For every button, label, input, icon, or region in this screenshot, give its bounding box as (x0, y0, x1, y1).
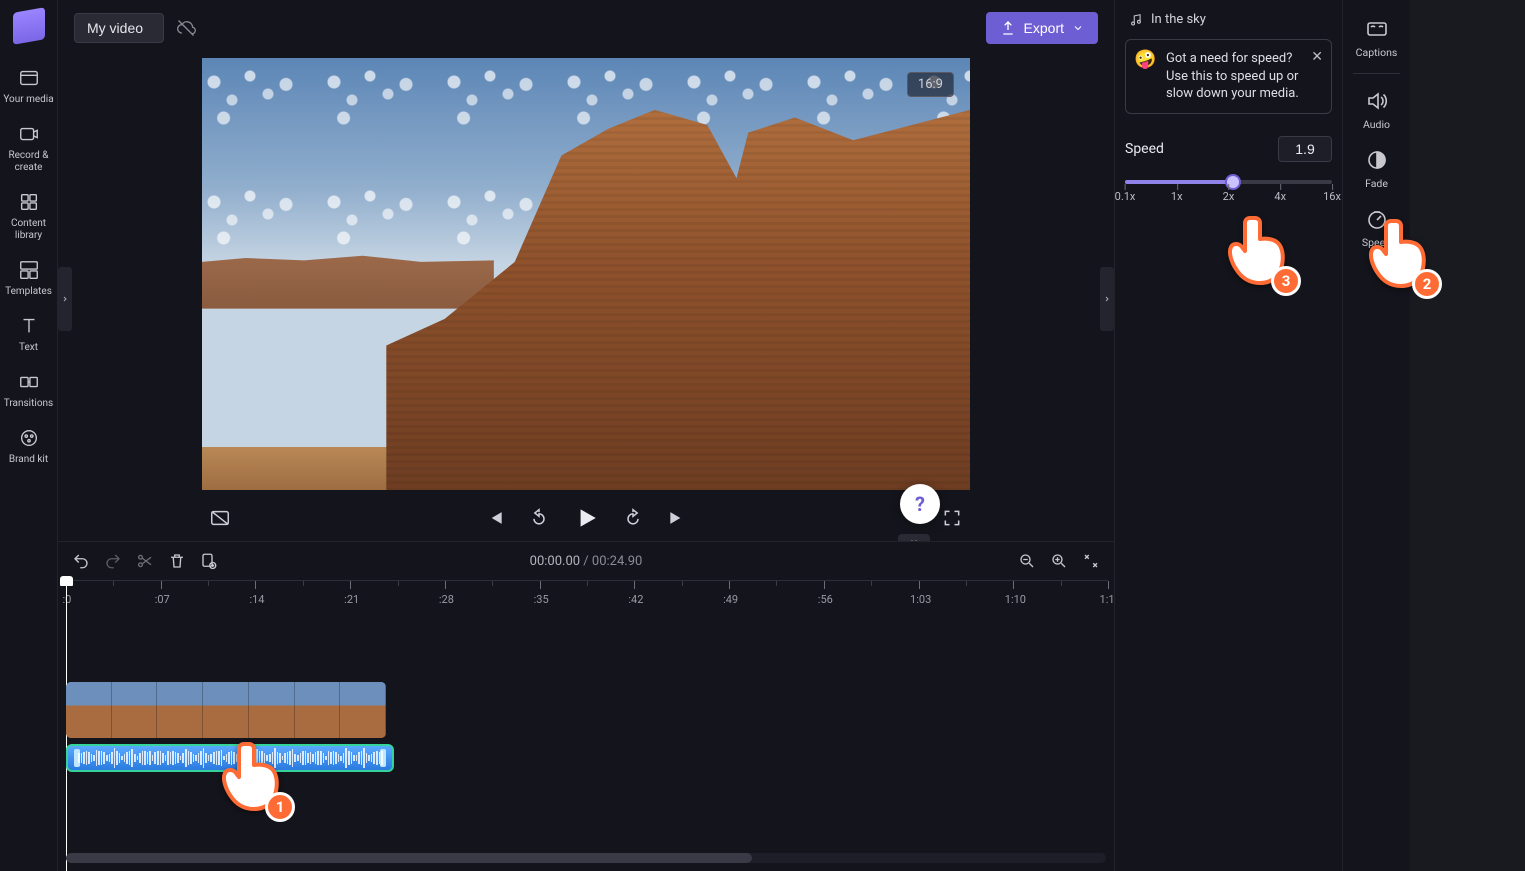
speed-slider-thumb[interactable] (1225, 174, 1241, 190)
timeline-scroll-track[interactable] (66, 853, 1106, 863)
export-label: Export (1024, 20, 1064, 36)
preview-canvas (202, 58, 970, 490)
nav-templates[interactable]: Templates (0, 252, 57, 308)
nav-label: Transitions (4, 398, 53, 410)
tip-text: Got a need for speed? Use this to speed … (1166, 51, 1299, 101)
upload-icon (1000, 20, 1016, 36)
prev-frame-button[interactable] (483, 506, 507, 530)
transitions-icon (17, 370, 41, 394)
help-button[interactable]: ? (900, 484, 940, 524)
help-label: ? (915, 492, 925, 516)
fit-timeline-button[interactable] (1082, 552, 1100, 570)
speed-value-input[interactable] (1278, 136, 1332, 162)
nav-label: Brand kit (9, 454, 48, 466)
audio-track-name: In the sky (1129, 12, 1332, 27)
rail-captions[interactable]: Captions (1343, 8, 1410, 67)
audio-icon (1364, 88, 1390, 114)
expand-left-handle[interactable] (58, 267, 72, 331)
chevron-down-icon (1072, 22, 1084, 34)
export-button[interactable]: Export (986, 12, 1098, 44)
time-current: 00:00.00 (530, 554, 580, 569)
nav-brand-kit[interactable]: Brand kit (0, 420, 57, 476)
rail-fade[interactable]: Fade (1343, 139, 1410, 198)
nav-label: Record & create (0, 150, 57, 174)
nav-record-create[interactable]: Record & create (0, 116, 57, 184)
fullscreen-button[interactable] (940, 506, 964, 530)
timeline-ruler[interactable]: :0:07:14:21:28:35:42:49:561:031:101:17 (66, 580, 1108, 610)
aspect-label: 16:9 (918, 77, 943, 92)
tip-card: 🤪 Got a need for speed? Use this to spee… (1125, 39, 1332, 114)
next-frame-button[interactable] (665, 506, 689, 530)
aspect-ratio-button[interactable]: 16:9 (907, 72, 954, 97)
speed-label: Speed (1125, 141, 1164, 157)
right-rail: Captions Audio Fade Speed (1342, 0, 1410, 871)
speed-slider[interactable]: 0.1x1x2x4x16x (1125, 172, 1332, 212)
brandkit-icon (17, 426, 41, 450)
audio-clip[interactable] (66, 744, 394, 772)
fade-icon (1364, 147, 1390, 173)
expand-right-handle[interactable] (1100, 267, 1114, 331)
undo-button[interactable] (72, 552, 90, 570)
rail-speed[interactable]: Speed (1343, 198, 1410, 257)
music-icon (1129, 13, 1143, 27)
media-icon (17, 66, 41, 90)
nav-label: Templates (5, 286, 52, 298)
rewind-button[interactable] (527, 506, 551, 530)
timeline-panel: 00:00.00 / 00:24.90 :0:07:14:21:28:35:42… (58, 541, 1114, 871)
nav-text[interactable]: Text (0, 308, 57, 364)
captions-icon (1364, 16, 1390, 42)
forward-button[interactable] (621, 506, 645, 530)
tip-close-button[interactable]: ✕ (1311, 48, 1323, 67)
top-bar: Export (58, 0, 1114, 56)
play-button[interactable] (571, 503, 601, 533)
track-name-label: In the sky (1151, 12, 1206, 27)
nav-label: Your media (3, 94, 53, 106)
add-media-button[interactable] (200, 552, 218, 570)
record-icon (17, 122, 41, 146)
rail-label: Captions (1356, 46, 1398, 59)
delete-button[interactable] (168, 552, 186, 570)
timecode: 00:00.00 / 00:24.90 (530, 554, 643, 569)
rail-label: Fade (1365, 177, 1388, 190)
playback-bar (202, 496, 970, 540)
split-button[interactable] (136, 552, 154, 570)
templates-icon (17, 258, 41, 282)
redo-button[interactable] (104, 552, 122, 570)
zoom-out-button[interactable] (1018, 552, 1036, 570)
nav-label: Text (19, 342, 38, 354)
nav-content-library[interactable]: Content library (0, 184, 57, 252)
rail-label: Speed (1362, 236, 1391, 249)
app-logo-icon (13, 7, 45, 45)
safe-zone-toggle-icon[interactable] (208, 506, 232, 530)
tip-emoji-icon: 🤪 (1134, 48, 1156, 72)
left-nav: Your media Record & create Content libra… (0, 0, 58, 871)
project-title-input[interactable] (74, 13, 164, 43)
window-deadspace (1410, 0, 1525, 871)
timeline-scroll-thumb[interactable] (66, 853, 752, 863)
timeline-toolbar: 00:00.00 / 00:24.90 (58, 542, 1114, 580)
speed-icon (1364, 206, 1390, 232)
properties-panel: In the sky 🤪 Got a need for speed? Use t… (1114, 0, 1342, 871)
nav-transitions[interactable]: Transitions (0, 364, 57, 420)
video-clip[interactable] (66, 682, 386, 738)
text-icon (17, 314, 41, 338)
time-duration: 00:24.90 (592, 554, 642, 569)
rail-audio[interactable]: Audio (1343, 80, 1410, 139)
nav-label: Content library (0, 218, 57, 242)
library-icon (17, 190, 41, 214)
rail-label: Audio (1363, 118, 1390, 131)
cloud-sync-off-icon[interactable] (176, 18, 196, 38)
nav-your-media[interactable]: Your media (0, 60, 57, 116)
zoom-in-button[interactable] (1050, 552, 1068, 570)
time-sep: / (580, 554, 592, 569)
